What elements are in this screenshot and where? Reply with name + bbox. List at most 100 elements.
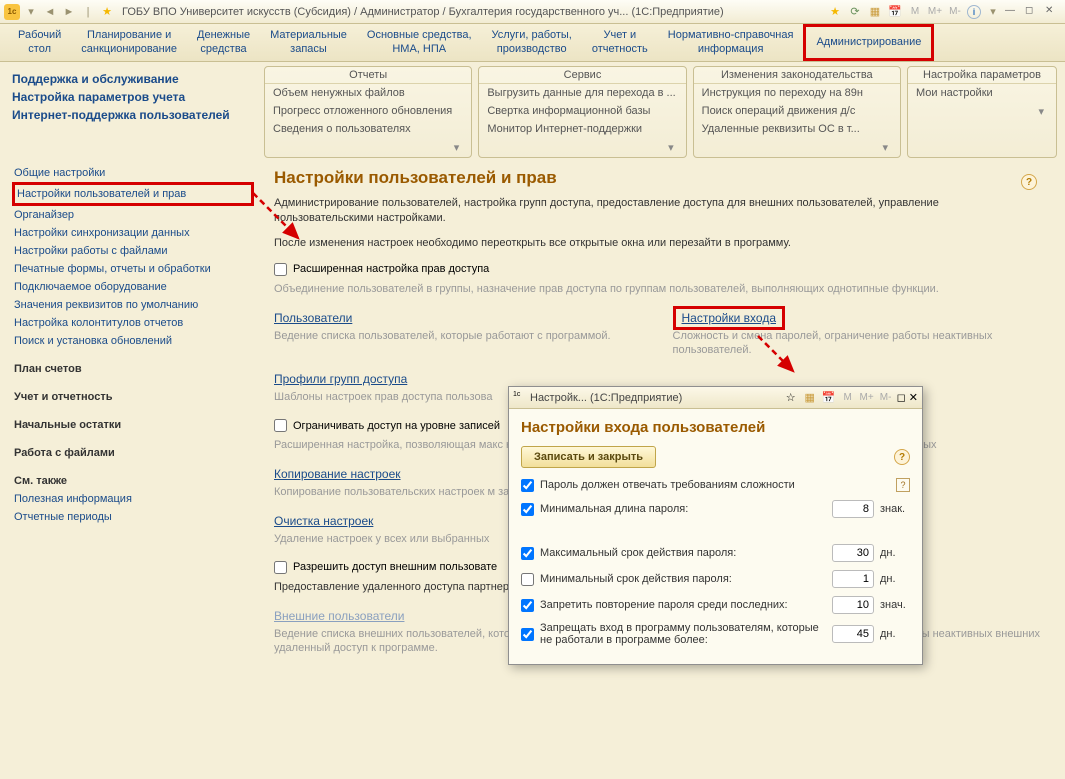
sidebar-item-16[interactable]: Отчетные периоды xyxy=(12,508,254,526)
sidebar-item-4[interactable]: Настройки работы с файлами xyxy=(12,242,254,260)
sidebar-item-7[interactable]: Значения реквизитов по умолчанию xyxy=(12,296,254,314)
main-tab-7[interactable]: Нормативно-справочнаяинформация xyxy=(658,24,804,61)
help-icon[interactable]: ? xyxy=(1021,174,1037,190)
panel-item-law-2[interactable]: Удаленные реквизиты ОС в т... xyxy=(694,120,900,138)
dropdown-icon[interactable]: ▾ xyxy=(23,4,39,20)
close-button[interactable]: ✕ xyxy=(1045,5,1061,19)
dlg-close-button[interactable]: ✕ xyxy=(909,391,918,404)
dlg-checkbox-3[interactable] xyxy=(521,573,534,586)
extended-rights-checkbox[interactable] xyxy=(274,263,287,276)
calc-icon[interactable]: ▦ xyxy=(867,4,883,20)
sidebar-item-8[interactable]: Настройка колонтитулов отчетов xyxy=(12,314,254,332)
top-bold-link-0[interactable]: Поддержка и обслуживание xyxy=(12,70,254,88)
dlg-q-0[interactable]: ? xyxy=(896,478,910,492)
dlg-restore-button[interactable]: ◻ xyxy=(897,391,906,404)
main-tab-1[interactable]: Планирование исанкционирование xyxy=(71,24,187,61)
save-and-close-button[interactable]: Записать и закрыть xyxy=(521,446,656,468)
sidebar-item-2[interactable]: Органайзер xyxy=(12,206,254,224)
m-plus-icon[interactable]: M+ xyxy=(927,4,943,20)
login-settings-link[interactable]: Настройки входа xyxy=(673,306,786,330)
dlg-row-1: Минимальная длина пароля:знак. xyxy=(521,500,910,518)
dlg-input-5[interactable] xyxy=(832,625,874,643)
allow-ext-checkbox[interactable] xyxy=(274,561,287,574)
main-tab-6[interactable]: Учет иотчетность xyxy=(582,24,658,61)
dlg-mminus-icon[interactable]: M- xyxy=(878,390,894,406)
dlg-input-4[interactable] xyxy=(832,596,874,614)
dialog-help-icon[interactable]: ? xyxy=(894,449,910,465)
top-bold-link-1[interactable]: Настройка параметров учета xyxy=(12,88,254,106)
users-hint: Ведение списка пользователей, которые ра… xyxy=(274,329,643,344)
dlg-cal-icon[interactable]: 📅 xyxy=(821,390,837,406)
main-tab-4[interactable]: Основные средства,НМА, НПА xyxy=(357,24,482,61)
dlg-checkbox-1[interactable] xyxy=(521,503,534,516)
panel-item-law-0[interactable]: Инструкция по переходу на 89н xyxy=(694,84,900,102)
sidebar-item-9[interactable]: Поиск и установка обновлений xyxy=(12,332,254,350)
panel-more-reports[interactable]: ▾ xyxy=(265,138,471,157)
clear-settings-link[interactable]: Очистка настроек xyxy=(274,514,373,528)
panel-item-reports-1[interactable]: Прогресс отложенного обновления xyxy=(265,102,471,120)
nav-back-icon[interactable]: ◄ xyxy=(42,4,58,20)
extended-rights-row: Расширенная настройка прав доступа xyxy=(274,263,1041,276)
ext-users-link[interactable]: Внешние пользователи xyxy=(274,609,404,623)
main-tab-8[interactable]: Администрирование xyxy=(803,24,934,61)
restrict-checkbox[interactable] xyxy=(274,419,287,432)
m-icon[interactable]: M xyxy=(907,4,923,20)
dlg-unit-2: дн. xyxy=(880,547,910,559)
calendar-icon[interactable]: 📅 xyxy=(887,4,903,20)
dlg-checkbox-4[interactable] xyxy=(521,599,534,612)
m-minus-icon[interactable]: M- xyxy=(947,4,963,20)
fav2-icon[interactable]: ★ xyxy=(827,4,843,20)
maximize-button[interactable]: ◻ xyxy=(1025,5,1041,19)
dlg-unit-1: знак. xyxy=(880,503,910,515)
dialog-titlebar: 1c Настройк... (1С:Предприятие) ☆ ▦ 📅 M … xyxy=(509,387,922,409)
panel-item-law-1[interactable]: Поиск операций движения д/с xyxy=(694,102,900,120)
top-left-links: Поддержка и обслуживаниеНастройка параме… xyxy=(8,66,258,158)
dlg-unit-4: знач. xyxy=(880,599,910,611)
panel-more-law[interactable]: ▾ xyxy=(694,138,900,157)
dlg-fav-icon[interactable]: ☆ xyxy=(783,390,799,406)
dlg-row-3: Минимальный срок действия пароля:дн. xyxy=(521,570,910,588)
sidebar-item-12: Начальные остатки xyxy=(12,416,254,434)
users-link[interactable]: Пользователи xyxy=(274,311,352,325)
panel-item-service-1[interactable]: Свертка информационной базы xyxy=(479,102,685,120)
dlg-mplus-icon[interactable]: M+ xyxy=(859,390,875,406)
sidebar-item-3[interactable]: Настройки синхронизации данных xyxy=(12,224,254,242)
panel-item-reports-2[interactable]: Сведения о пользователях xyxy=(265,120,471,138)
sidebar-item-0[interactable]: Общие настройки xyxy=(12,164,254,182)
main-tab-3[interactable]: Материальныезапасы xyxy=(260,24,357,61)
dlg-calc-icon[interactable]: ▦ xyxy=(802,390,818,406)
panel-item-service-0[interactable]: Выгрузить данные для перехода в ... xyxy=(479,84,685,102)
minimize-button[interactable]: — xyxy=(1005,5,1021,19)
dlg-label-0: Пароль должен отвечать требованиям сложн… xyxy=(540,479,890,491)
panel-more-service[interactable]: ▾ xyxy=(479,138,685,157)
sidebar-item-15[interactable]: Полезная информация xyxy=(12,490,254,508)
page-title: Настройки пользователей и прав xyxy=(274,168,1041,188)
dlg-checkbox-5[interactable] xyxy=(521,628,534,641)
dlg-checkbox-0[interactable] xyxy=(521,479,534,492)
panel-params: Настройка параметровМои настройки▾ xyxy=(907,66,1057,158)
panel-item-service-2[interactable]: Монитор Интернет-поддержки xyxy=(479,120,685,138)
dropdown2-icon[interactable]: ▾ xyxy=(985,4,1001,20)
info-icon[interactable]: i xyxy=(967,5,981,19)
dlg-input-2[interactable] xyxy=(832,544,874,562)
top-bold-link-2[interactable]: Интернет-поддержка пользователей xyxy=(12,106,254,124)
sidebar-item-5[interactable]: Печатные формы, отчеты и обработки xyxy=(12,260,254,278)
panel-service: СервисВыгрузить данные для перехода в ..… xyxy=(478,66,686,158)
panel-item-reports-0[interactable]: Объем ненужных файлов xyxy=(265,84,471,102)
dlg-input-3[interactable] xyxy=(832,570,874,588)
sidebar-item-1[interactable]: Настройки пользователей и прав xyxy=(12,182,254,206)
copy-settings-link[interactable]: Копирование настроек xyxy=(274,467,401,481)
dlg-checkbox-2[interactable] xyxy=(521,547,534,560)
panel-more-params[interactable]: ▾ xyxy=(908,102,1056,121)
nav-fwd-icon[interactable]: ► xyxy=(61,4,77,20)
profiles-link[interactable]: Профили групп доступа xyxy=(274,372,407,386)
panel-item-params-0[interactable]: Мои настройки xyxy=(908,84,1056,102)
history-icon[interactable]: ⟳ xyxy=(847,4,863,20)
main-tab-5[interactable]: Услуги, работы,производство xyxy=(482,24,582,61)
main-tab-0[interactable]: Рабочийстол xyxy=(8,24,71,61)
favorite-icon[interactable]: ★ xyxy=(99,4,115,20)
dlg-input-1[interactable] xyxy=(832,500,874,518)
dlg-m-icon[interactable]: M xyxy=(840,390,856,406)
sidebar-item-6[interactable]: Подключаемое оборудование xyxy=(12,278,254,296)
main-tab-2[interactable]: Денежныесредства xyxy=(187,24,260,61)
